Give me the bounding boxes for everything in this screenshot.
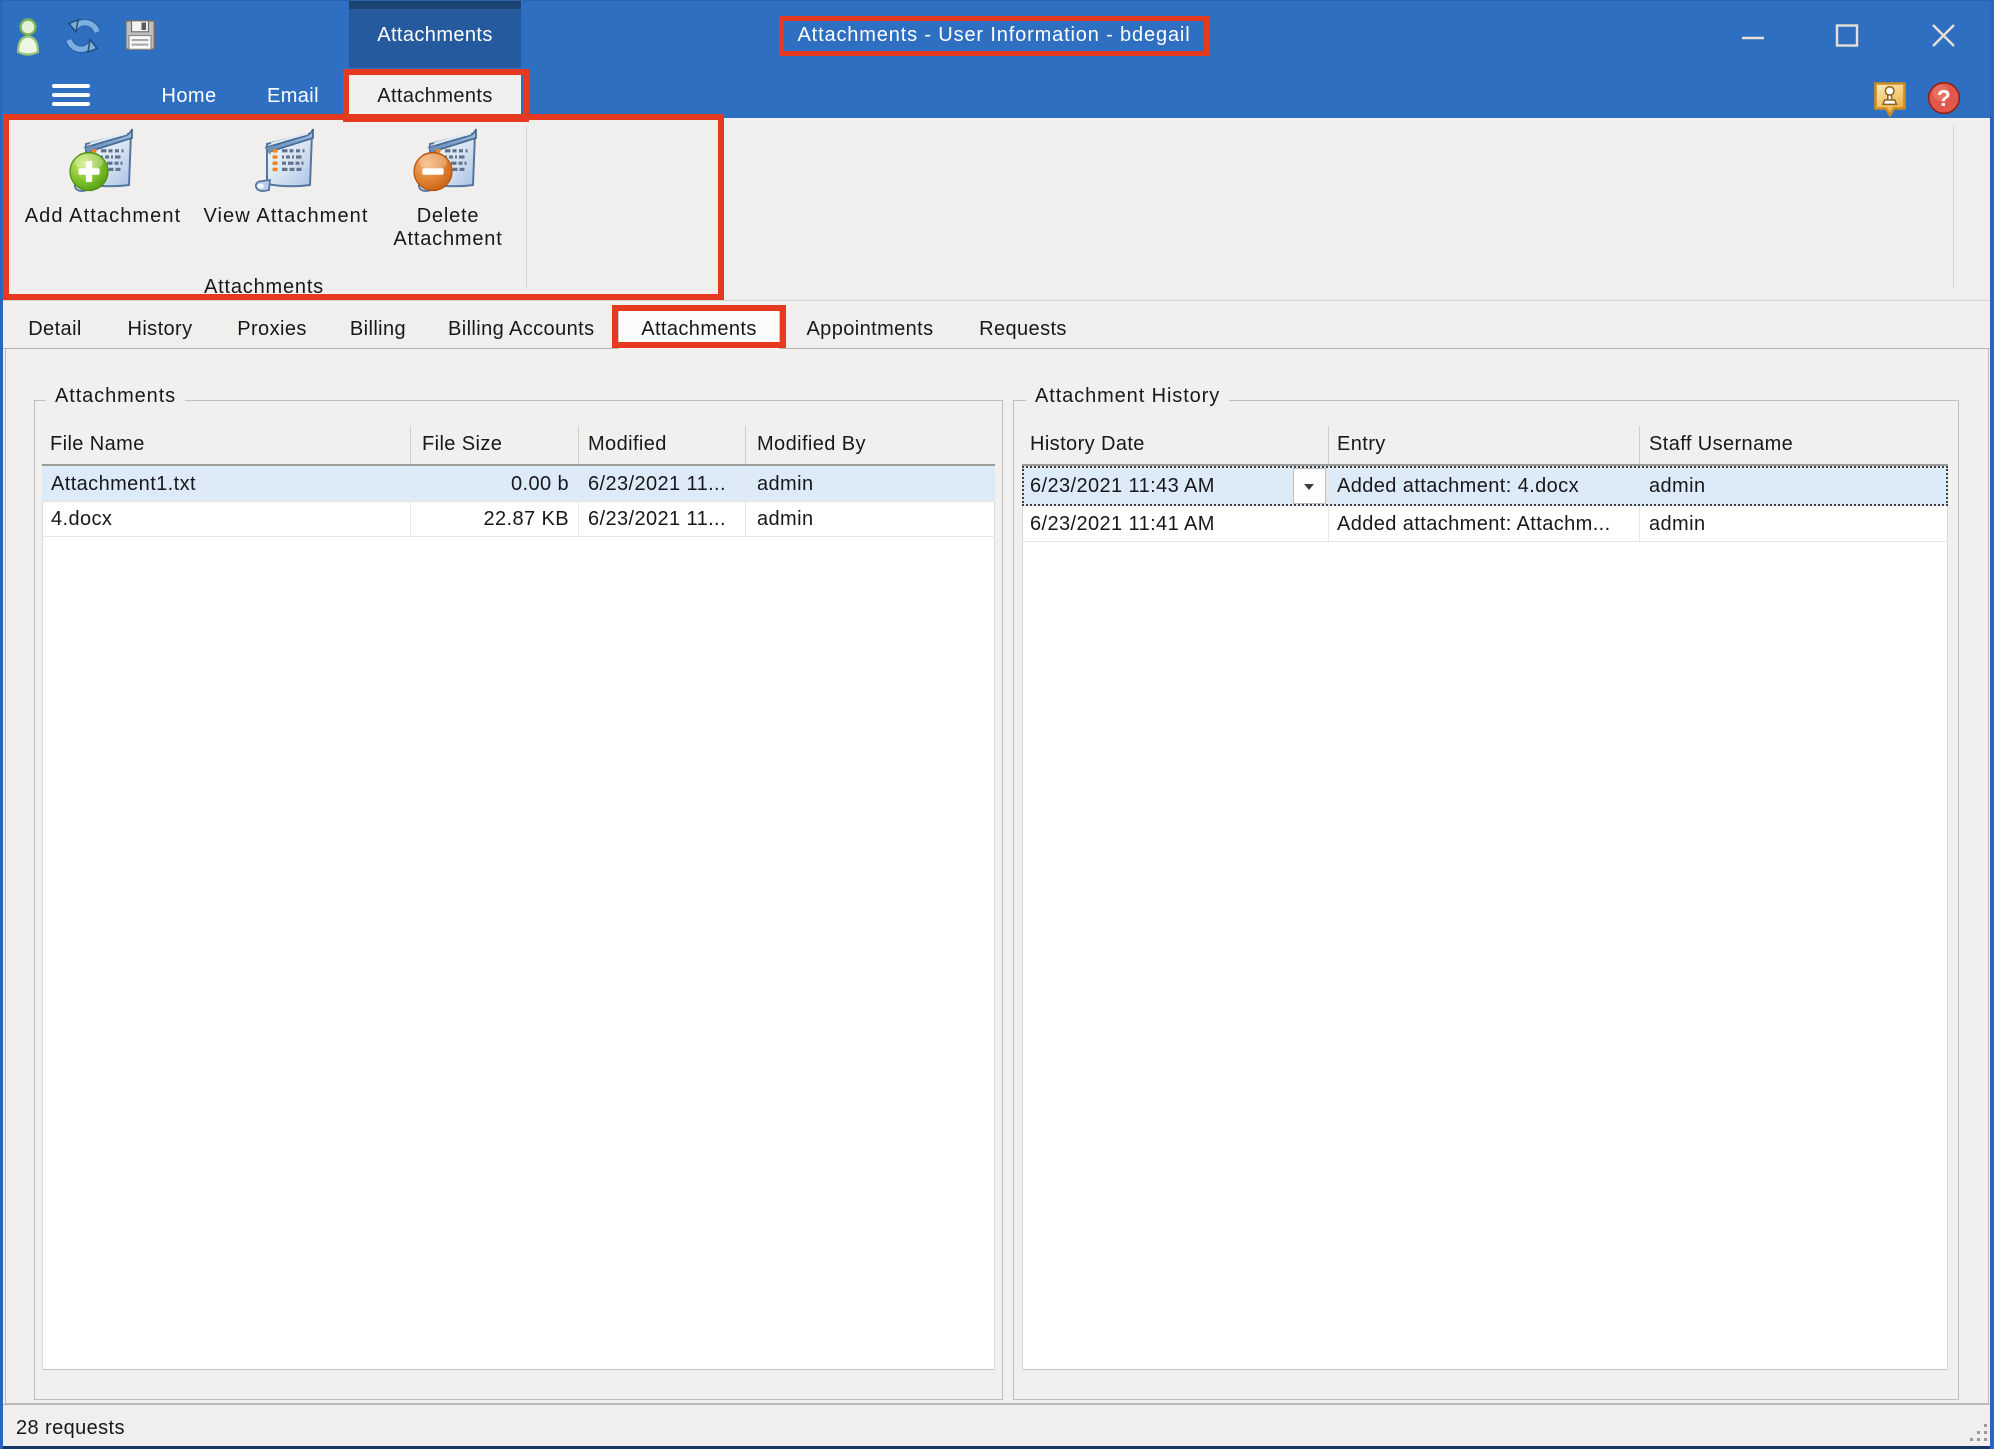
svg-text:?: ?	[1937, 85, 1951, 111]
